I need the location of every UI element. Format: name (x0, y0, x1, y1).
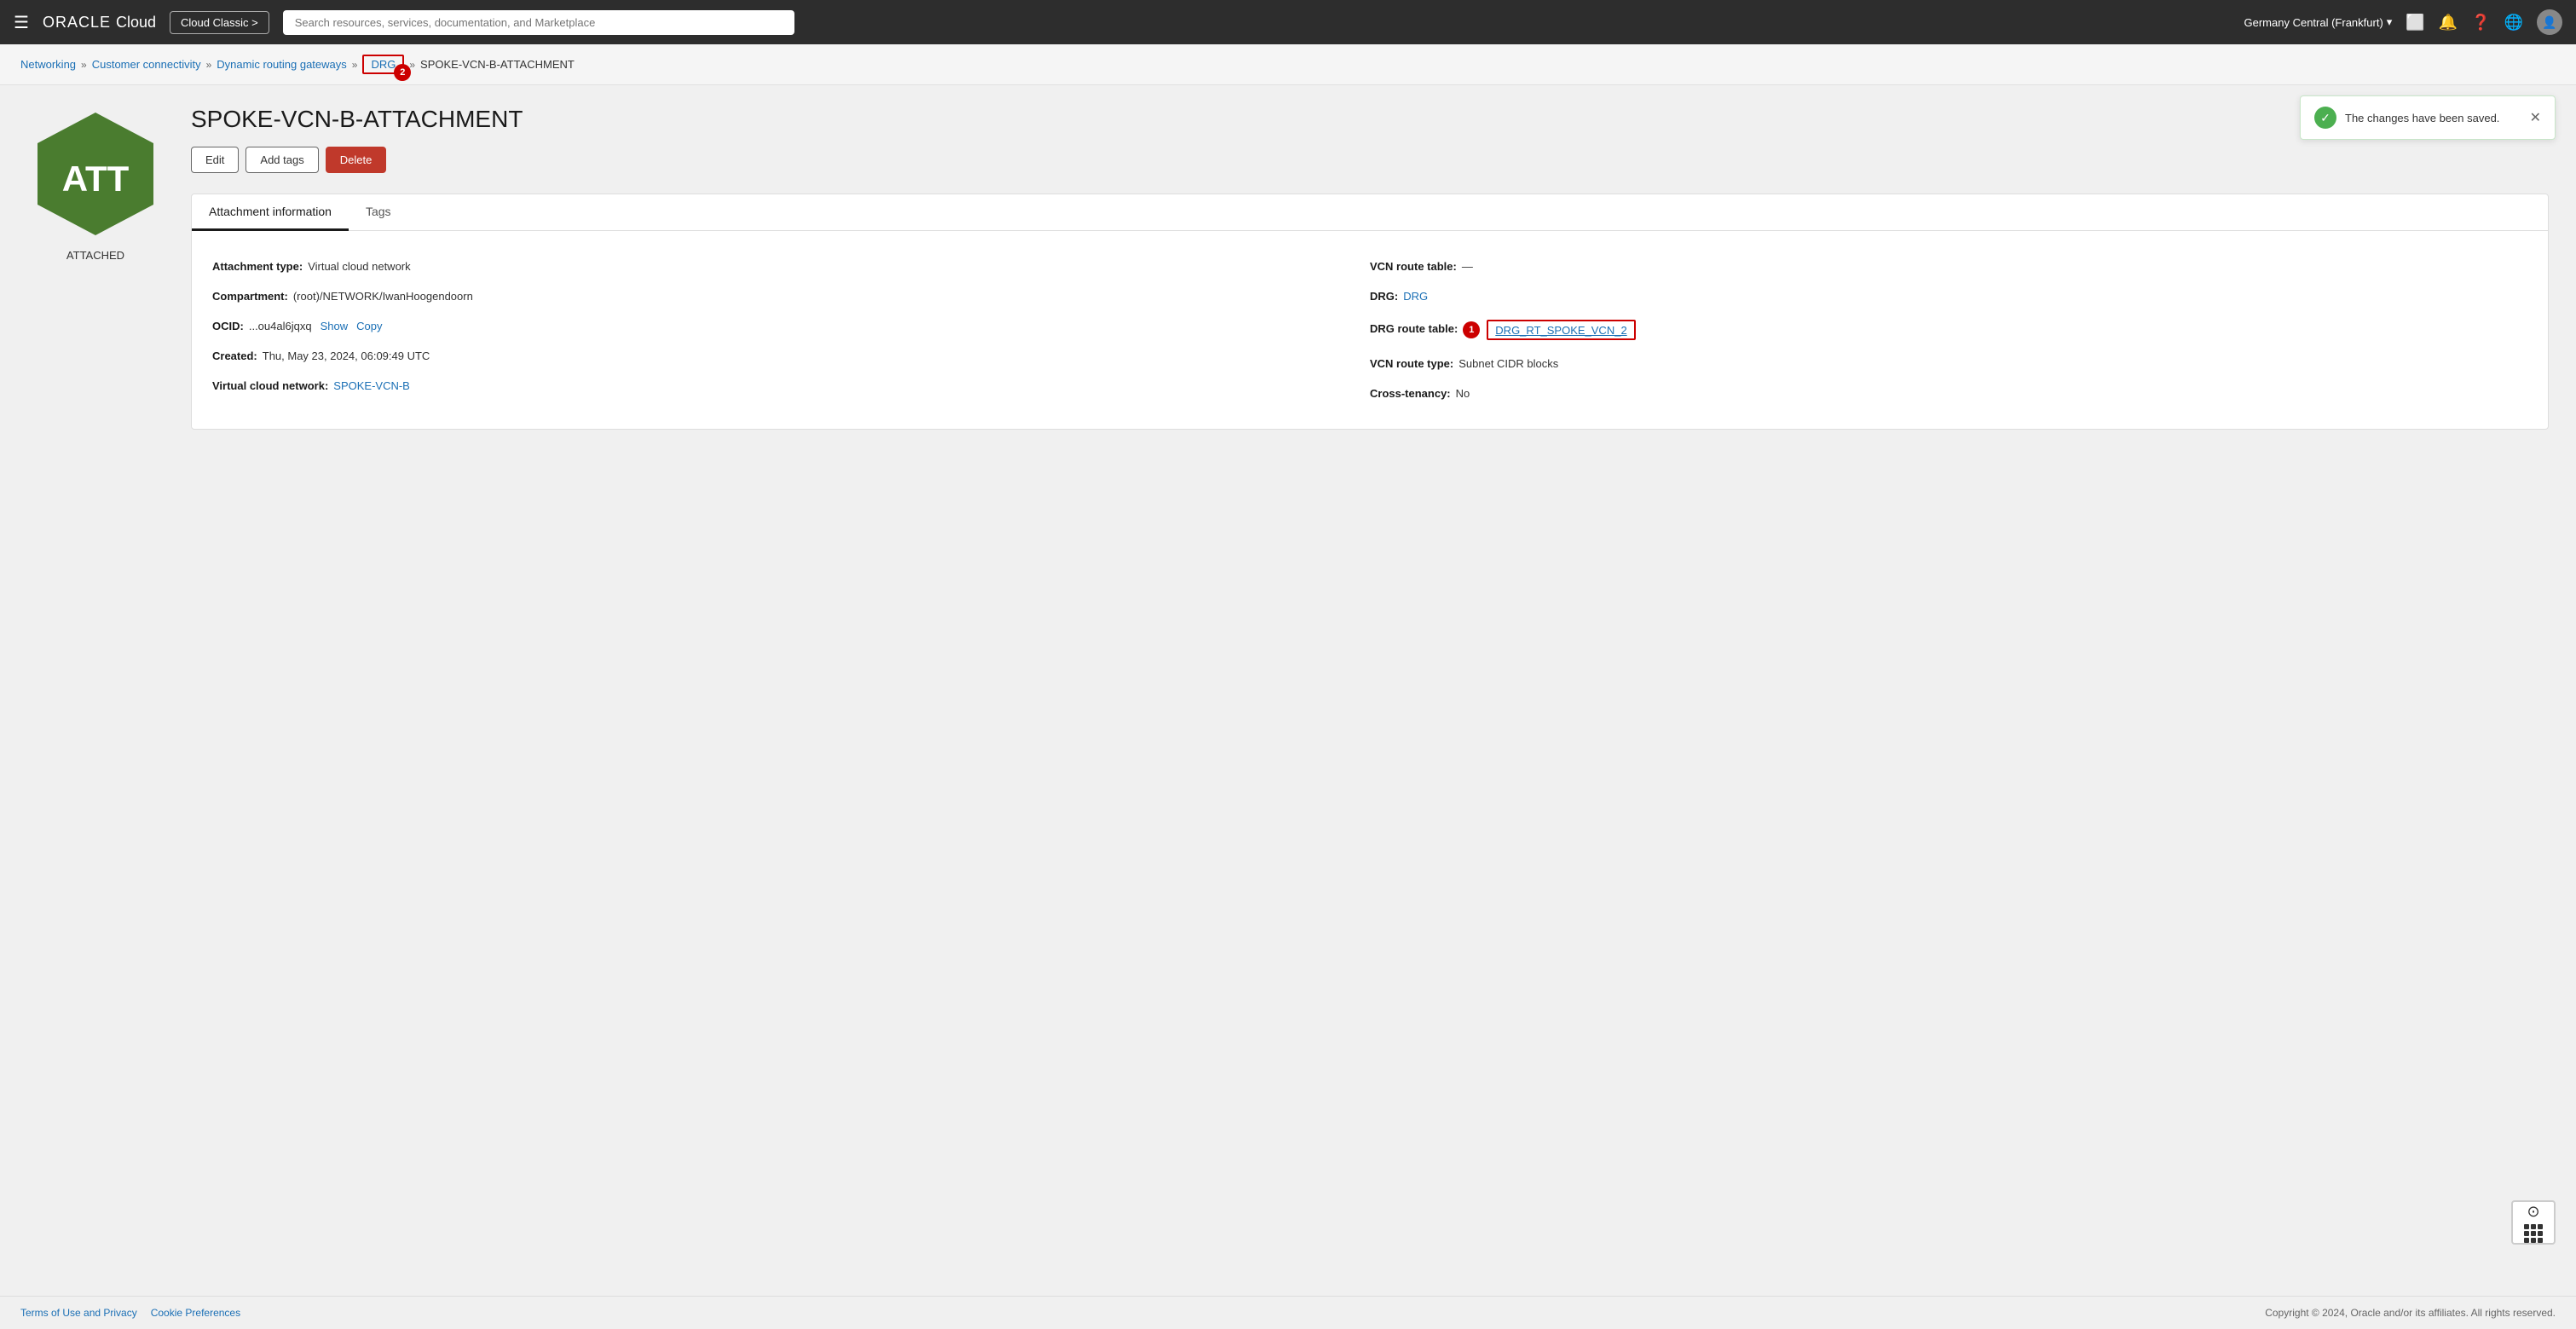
drg-route-table-link[interactable]: DRG_RT_SPOKE_VCN_2 (1495, 324, 1626, 337)
detail-drg: DRG: DRG (1370, 281, 2527, 311)
cloud-classic-button[interactable]: Cloud Classic > (170, 11, 269, 34)
detail-drg-route-table: DRG route table: 1 DRG_RT_SPOKE_VCN_2 (1370, 311, 2527, 349)
details-right-column: VCN route table: — DRG: DRG DRG route ta… (1370, 251, 2527, 408)
console-icon[interactable]: ⬜ (2406, 14, 2424, 32)
user-avatar[interactable]: 👤 (2537, 9, 2562, 35)
topbar-right: Germany Central (Frankfurt) ▾ ⬜ 🔔 ❓ 🌐 👤 (2244, 9, 2562, 35)
breadcrumb-drg[interactable]: DRG (371, 58, 396, 71)
detail-vcn-route-table: VCN route table: — (1370, 251, 2527, 281)
drg-badge: 2 (394, 64, 411, 81)
breadcrumb-drg-box[interactable]: DRG 2 (362, 55, 404, 74)
hex-label: ATTACHED (66, 249, 124, 262)
detail-attachment-type: Attachment type: Virtual cloud network (212, 251, 1370, 281)
bell-icon[interactable]: 🔔 (2439, 14, 2458, 32)
tab-tags[interactable]: Tags (349, 194, 408, 231)
breadcrumb-sep-2: » (206, 59, 212, 71)
drg-rt-link-box: DRG_RT_SPOKE_VCN_2 (1487, 320, 1635, 340)
hex-container: ATT ATTACHED (27, 106, 164, 262)
breadcrumb-sep-3: » (352, 59, 358, 71)
breadcrumb-networking[interactable]: Networking (20, 58, 76, 71)
topbar: ☰ ORACLE Cloud Cloud Classic > Germany C… (0, 0, 2576, 44)
terms-link[interactable]: Terms of Use and Privacy (20, 1307, 137, 1319)
notification-close-button[interactable]: ✕ (2530, 109, 2541, 126)
menu-icon[interactable]: ☰ (14, 12, 29, 33)
cookie-link[interactable]: Cookie Preferences (151, 1307, 240, 1319)
footer-left: Terms of Use and Privacy Cookie Preferen… (20, 1307, 240, 1319)
drg-rt-box: 1 DRG_RT_SPOKE_VCN_2 (1463, 320, 1635, 340)
action-buttons: Edit Add tags Delete (191, 147, 2549, 173)
oracle-text: ORACLE (43, 14, 111, 32)
vcn-link[interactable]: SPOKE-VCN-B (333, 379, 410, 392)
help-button[interactable]: ⊙ (2511, 1200, 2556, 1245)
delete-button[interactable]: Delete (326, 147, 387, 173)
detail-cross-tenancy: Cross-tenancy: No (1370, 378, 2527, 408)
breadcrumb-dynamic-routing[interactable]: Dynamic routing gateways (217, 58, 346, 71)
tabs-header: Attachment information Tags (192, 194, 2548, 231)
region-selector[interactable]: Germany Central (Frankfurt) ▾ (2244, 15, 2393, 29)
search-input[interactable] (283, 10, 794, 35)
page-info: SPOKE-VCN-B-ATTACHMENT Edit Add tags Del… (191, 106, 2549, 430)
details-grid: Attachment type: Virtual cloud network C… (192, 231, 2548, 429)
notification-text: The changes have been saved. (2345, 112, 2521, 124)
help-btn-icon: ⊙ (2527, 1203, 2539, 1221)
help-btn-grid (2524, 1224, 2543, 1243)
page-title: SPOKE-VCN-B-ATTACHMENT (191, 106, 2549, 133)
drg-rt-badge: 1 (1463, 321, 1480, 338)
detail-compartment: Compartment: (root)/NETWORK/IwanHoogendo… (212, 281, 1370, 311)
drg-link[interactable]: DRG (1403, 290, 1428, 303)
detail-vcn-route-type: VCN route type: Subnet CIDR blocks (1370, 349, 2527, 378)
breadcrumb-customer-connectivity[interactable]: Customer connectivity (92, 58, 201, 71)
footer: Terms of Use and Privacy Cookie Preferen… (0, 1296, 2576, 1329)
svg-text:ATT: ATT (62, 159, 130, 199)
notification-success-icon: ✓ (2314, 107, 2336, 129)
page-header: ATT ATTACHED SPOKE-VCN-B-ATTACHMENT Edit… (27, 106, 2549, 430)
notification-banner: ✓ The changes have been saved. ✕ (2300, 95, 2556, 140)
main-content: ATT ATTACHED SPOKE-VCN-B-ATTACHMENT Edit… (0, 85, 2576, 1296)
detail-ocid: OCID: ...ou4al6jqxq Show Copy (212, 311, 1370, 341)
detail-vcn: Virtual cloud network: SPOKE-VCN-B (212, 371, 1370, 401)
help-icon[interactable]: ❓ (2471, 14, 2490, 32)
oracle-logo: ORACLE Cloud (43, 14, 156, 32)
add-tags-button[interactable]: Add tags (245, 147, 318, 173)
details-left-column: Attachment type: Virtual cloud network C… (212, 251, 1370, 408)
tab-attachment-information[interactable]: Attachment information (192, 194, 349, 231)
breadcrumb-sep-4: » (409, 59, 415, 71)
cloud-text: Cloud (116, 14, 156, 32)
globe-icon[interactable]: 🌐 (2504, 14, 2523, 32)
breadcrumb: Networking » Customer connectivity » Dyn… (0, 44, 2576, 85)
ocid-copy-link[interactable]: Copy (356, 320, 382, 332)
breadcrumb-sep-1: » (81, 59, 87, 71)
detail-created: Created: Thu, May 23, 2024, 06:09:49 UTC (212, 341, 1370, 371)
breadcrumb-current: SPOKE-VCN-B-ATTACHMENT (420, 58, 575, 71)
ocid-show-link[interactable]: Show (321, 320, 349, 332)
edit-button[interactable]: Edit (191, 147, 239, 173)
hexagon-icon: ATT (27, 106, 164, 242)
tabs-container: Attachment information Tags Attachment t… (191, 194, 2549, 430)
footer-copyright: Copyright © 2024, Oracle and/or its affi… (2265, 1307, 2556, 1319)
